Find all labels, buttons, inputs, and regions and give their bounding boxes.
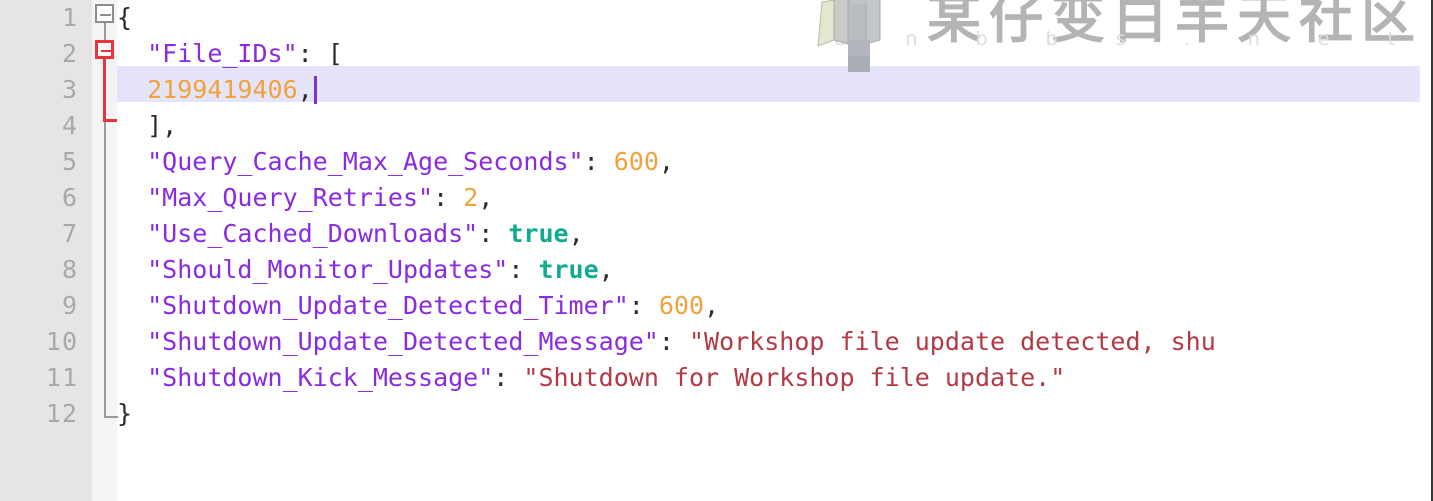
- code-token-k: "Query_Cache_Max_Age_Seconds": [147, 147, 584, 176]
- code-token-k: "Shutdown_Kick_Message": [147, 363, 494, 392]
- line-number: 7: [61, 219, 78, 248]
- line-number: 9: [61, 291, 78, 320]
- code-token-k: "Shutdown_Update_Detected_Message": [147, 327, 659, 356]
- code-token-p: :: [508, 255, 539, 284]
- line-number: 10: [45, 327, 78, 356]
- code-token-num: 2: [463, 183, 479, 212]
- code-token-p: :: [658, 327, 689, 356]
- code-token-p: ,: [478, 183, 494, 212]
- code-token-p: ,: [297, 75, 313, 104]
- code-line[interactable]: {: [117, 0, 1431, 36]
- line-number: 11: [45, 363, 78, 392]
- code-token-num: 600: [613, 147, 659, 176]
- text-caret: [313, 76, 317, 104]
- code-token-p: [117, 291, 147, 320]
- fold-toggle-line-2[interactable]: [95, 40, 114, 59]
- code-line[interactable]: "Query_Cache_Max_Age_Seconds": 600,: [117, 144, 1431, 180]
- line-number: 3: [61, 75, 78, 104]
- code-line[interactable]: "Shutdown_Update_Detected_Message": "Wor…: [117, 324, 1431, 360]
- code-token-p: ,: [658, 147, 674, 176]
- code-token-str: "Workshop file update detected, shu: [688, 327, 1216, 356]
- code-editor[interactable]: 1 2 3 4 5 6 7 8 9 10 11 12 { "File_IDs": [ 21994194…: [0, 0, 1433, 501]
- code-token-k: "Max_Query_Retries": [147, 183, 434, 212]
- line-number: 4: [61, 111, 78, 140]
- code-token-p: :: [433, 183, 464, 212]
- line-number: 8: [61, 255, 78, 284]
- code-token-num: 2199419406: [147, 75, 298, 104]
- code-token-p: [117, 147, 147, 176]
- line-number: 1: [61, 3, 78, 32]
- fold-guide-line-array: [103, 59, 106, 122]
- code-token-p: :: [583, 147, 614, 176]
- line-number: 5: [61, 147, 78, 176]
- code-line[interactable]: "Shutdown_Kick_Message": "Shutdown for W…: [117, 360, 1431, 396]
- code-token-p: [117, 39, 147, 68]
- code-token-p: :: [628, 291, 659, 320]
- code-token-p: [117, 327, 147, 356]
- code-token-p: ,: [598, 255, 614, 284]
- code-token-num: 600: [658, 291, 705, 320]
- code-token-p: [117, 219, 147, 248]
- code-token-k: "Use_Cached_Downloads": [147, 219, 479, 248]
- code-token-k: "Should_Monitor_Updates": [147, 255, 509, 284]
- fold-guide-line-root: [104, 22, 106, 42]
- code-token-p: [117, 255, 147, 284]
- line-number: 12: [45, 399, 78, 428]
- code-token-k: "File_IDs": [147, 39, 298, 68]
- code-token-p: ,: [704, 291, 720, 320]
- code-line[interactable]: "Should_Monitor_Updates": true,: [117, 252, 1431, 288]
- code-token-str: "Shutdown for Workshop file update.": [523, 363, 1066, 392]
- code-token-p: [117, 363, 147, 392]
- line-number: 6: [61, 183, 78, 212]
- code-token-p: :: [478, 219, 509, 248]
- fold-guide-line-root-body: [104, 122, 106, 418]
- code-line[interactable]: "Shutdown_Update_Detected_Timer": 600,: [117, 288, 1431, 324]
- code-token-k: "Shutdown_Update_Detected_Timer": [147, 291, 629, 320]
- line-numbers: 1 2 3 4 5 6 7 8 9 10 11 12: [0, 0, 78, 432]
- code-token-p: : [: [297, 39, 343, 68]
- code-token-p: ,: [568, 219, 584, 248]
- fold-guide-foot-root: [104, 416, 118, 418]
- fold-toggle-line-1[interactable]: [95, 4, 114, 23]
- code-line[interactable]: "Use_Cached_Downloads": true,: [117, 216, 1431, 252]
- code-line[interactable]: 2199419406,: [117, 72, 1431, 108]
- code-line[interactable]: }: [117, 396, 1431, 432]
- code-token-p: ],: [117, 111, 178, 140]
- code-token-p: {: [117, 3, 133, 32]
- code-token-p: }: [117, 399, 133, 428]
- code-token-bool: true: [508, 219, 569, 248]
- code-line[interactable]: "Max_Query_Retries": 2,: [117, 180, 1431, 216]
- code-line[interactable]: "File_IDs": [: [117, 36, 1431, 72]
- code-token-p: :: [493, 363, 524, 392]
- code-content[interactable]: { "File_IDs": [ 2199419406, ], "Query_Ca…: [117, 0, 1431, 501]
- code-line[interactable]: ],: [117, 108, 1431, 144]
- code-token-p: [117, 183, 147, 212]
- code-token-bool: true: [538, 255, 599, 284]
- code-token-p: [117, 75, 147, 104]
- line-number: 2: [61, 39, 78, 68]
